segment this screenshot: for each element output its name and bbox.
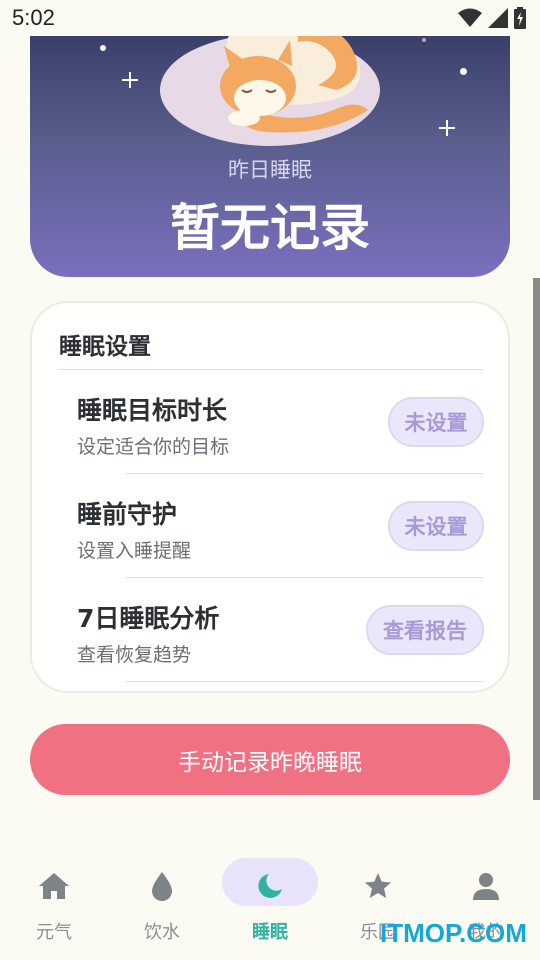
setting-row-title: 睡前守护 <box>77 500 178 529</box>
signal-icon <box>488 8 508 28</box>
status-icons <box>458 7 526 29</box>
sparkle-icon <box>439 120 455 136</box>
nav-item-sleep[interactable]: 睡眠 <box>216 840 324 960</box>
view-report-button[interactable]: 查看报告 <box>366 605 484 655</box>
status-time: 5:02 <box>12 5 55 30</box>
divider <box>58 369 484 370</box>
sleep-hero-card: 昨日睡眠 暂无记录 <box>30 36 510 277</box>
nav-label: 元气 <box>36 922 72 943</box>
star-dot <box>422 38 426 42</box>
sleeping-cat-illustration <box>158 36 382 150</box>
divider <box>126 577 484 578</box>
goal-status-button[interactable]: 未设置 <box>388 397 484 447</box>
settings-title: 睡眠设置 <box>59 334 151 360</box>
scrollbar[interactable] <box>533 278 540 800</box>
hero-subtitle: 昨日睡眠 <box>228 158 312 182</box>
setting-row-desc: 查看恢复趋势 <box>77 644 192 666</box>
nav-label: 饮水 <box>144 922 180 943</box>
hero-title: 暂无记录 <box>170 199 370 257</box>
star-dot <box>460 68 467 75</box>
setting-row-title: 7日睡眠分析 <box>77 604 220 633</box>
wifi-icon <box>458 8 482 27</box>
setting-row-title: 睡眠目标时长 <box>77 396 228 425</box>
setting-row-desc: 设定适合你的目标 <box>77 436 230 458</box>
water-drop-icon <box>142 866 182 906</box>
status-bar: 5:02 <box>0 0 540 36</box>
bedtime-guard-status-button[interactable]: 未设置 <box>388 501 484 551</box>
battery-icon <box>514 7 526 29</box>
person-icon <box>466 866 506 906</box>
nav-item-home[interactable]: 元气 <box>0 840 108 960</box>
star-dot <box>100 45 106 51</box>
divider <box>126 681 484 682</box>
moon-icon <box>250 866 290 906</box>
nav-item-water[interactable]: 饮水 <box>108 840 216 960</box>
star-icon <box>358 866 398 906</box>
setting-row-desc: 设置入睡提醒 <box>77 540 192 562</box>
divider <box>126 473 484 474</box>
watermark: ITMOP.COM <box>380 918 527 948</box>
sparkle-icon <box>122 72 138 88</box>
sleep-settings-card: 睡眠设置 睡眠目标时长 设定适合你的目标 未设置 睡前守护 设置入睡提醒 未设置… <box>30 301 510 693</box>
nav-label: 睡眠 <box>252 922 288 943</box>
home-icon <box>34 866 74 906</box>
manual-record-button[interactable]: 手动记录昨晚睡眠 <box>30 724 510 795</box>
